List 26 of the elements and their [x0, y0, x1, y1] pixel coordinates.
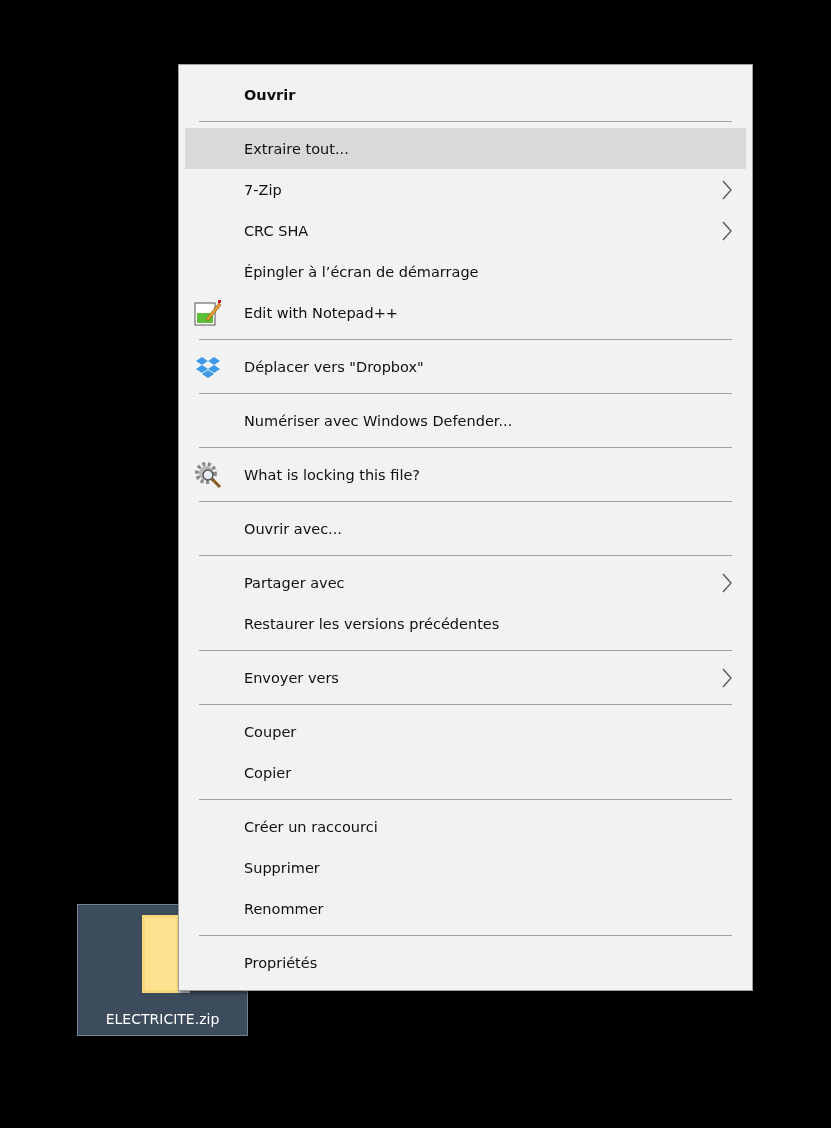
menu-item[interactable]: Numériser avec Windows Defender...	[185, 400, 746, 441]
gear-magnifier-icon	[193, 460, 222, 489]
dropbox-icon	[195, 355, 220, 378]
menu-item[interactable]: Épingler à l’écran de démarrage	[185, 251, 746, 292]
menu-item[interactable]: Créer un raccourci	[185, 806, 746, 847]
menu-item[interactable]: Déplacer vers "Dropbox"	[185, 346, 746, 387]
file-name: ELECTRICITE.zip	[105, 1011, 220, 1027]
menu-item[interactable]: Edit with Notepad++	[185, 292, 746, 333]
chevron-right-icon	[722, 572, 732, 593]
menu-item[interactable]: Ouvrir	[185, 74, 746, 115]
menu-item[interactable]: Partager avec	[185, 562, 746, 603]
zip-folder-icon	[141, 913, 192, 993]
menu-item[interactable]: Restaurer les versions précédentes	[185, 603, 746, 644]
menu-item[interactable]: Ouvrir avec...	[185, 508, 746, 549]
menu-item[interactable]: Copier	[185, 752, 746, 793]
menu-item[interactable]: CRC SHA	[185, 210, 746, 251]
menu-item[interactable]: Envoyer vers	[185, 657, 746, 698]
menu-item[interactable]: Couper	[185, 711, 746, 752]
chevron-right-icon	[722, 179, 732, 200]
chevron-right-icon	[722, 220, 732, 241]
notepad-icon	[193, 298, 222, 327]
menu-item[interactable]: What is locking this file?	[185, 454, 746, 495]
menu-item[interactable]: 7-Zip	[185, 169, 746, 210]
menu-item[interactable]: Supprimer	[185, 847, 746, 888]
menu-item[interactable]: Extraire tout...	[185, 128, 746, 169]
chevron-right-icon	[722, 667, 732, 688]
